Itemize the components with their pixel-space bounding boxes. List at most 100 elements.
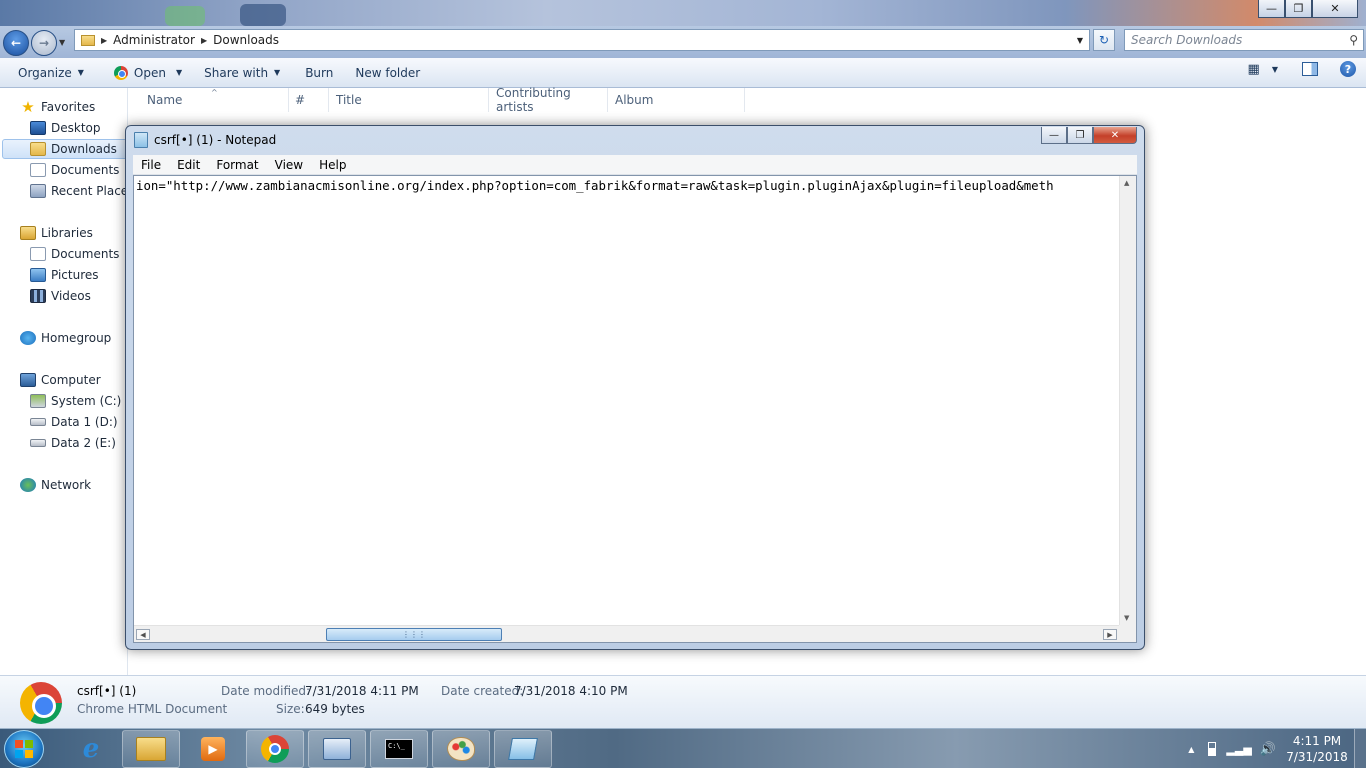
close-icon[interactable]: ✕ xyxy=(1312,0,1358,18)
chevron-down-icon[interactable]: ▼ xyxy=(1272,65,1278,74)
share-with-button[interactable]: Share with ▼ xyxy=(195,61,289,85)
vertical-scrollbar[interactable]: ▲ ▼ xyxy=(1119,176,1136,625)
taskbar-command-prompt[interactable]: C:\_ xyxy=(370,730,428,768)
notepad-text-content[interactable]: ion="http://www.zambianacmisonline.org/i… xyxy=(136,178,1116,618)
scroll-left-icon[interactable]: ◀ xyxy=(136,629,150,640)
taskbar-chrome[interactable] xyxy=(246,730,304,768)
drive-icon xyxy=(30,418,46,426)
column-contributing-artists[interactable]: Contributing artists xyxy=(489,86,608,114)
nav-documents[interactable]: Documents xyxy=(30,160,119,180)
back-button[interactable]: ← xyxy=(3,30,29,56)
nav-videos[interactable]: Videos xyxy=(30,286,91,306)
menu-edit[interactable]: Edit xyxy=(169,158,208,172)
nav-libraries-label: Libraries xyxy=(41,226,93,240)
nav-data-e-drive[interactable]: Data 2 (E:) xyxy=(30,433,116,453)
open-button[interactable]: Open ▼ xyxy=(105,61,191,85)
menu-view[interactable]: View xyxy=(267,158,311,172)
maximize-icon[interactable]: ❐ xyxy=(1067,127,1093,144)
open-label: Open xyxy=(133,65,166,80)
taskbar-media-player[interactable]: ▶ xyxy=(184,730,242,768)
scroll-right-icon[interactable]: ▶ xyxy=(1103,629,1117,640)
column-title[interactable]: Title xyxy=(329,88,489,112)
sort-ascending-icon: ^ xyxy=(211,88,218,97)
taskbar-notepad[interactable] xyxy=(494,730,552,768)
burn-button[interactable]: Burn xyxy=(296,61,342,85)
nav-library-documents[interactable]: Documents xyxy=(30,244,119,264)
change-view-icon[interactable]: ▦ xyxy=(1248,62,1260,77)
notepad-title-bar[interactable]: csrf[•] (1) - Notepad — ❐ ✕ xyxy=(126,126,1144,154)
nav-data-e-label: Data 2 (E:) xyxy=(51,436,116,450)
address-dropdown-icon[interactable]: ▼ xyxy=(1077,36,1083,45)
nav-data-d-drive[interactable]: Data 1 (D:) xyxy=(30,412,118,432)
horizontal-scrollbar[interactable]: ◀ ⋮⋮⋮ ▶ xyxy=(134,625,1119,642)
scroll-up-icon[interactable]: ▲ xyxy=(1124,179,1129,187)
maximize-icon[interactable]: ❐ xyxy=(1285,0,1312,18)
nav-network[interactable]: Network xyxy=(20,475,91,495)
taskbar-control-panel[interactable] xyxy=(308,730,366,768)
videos-icon xyxy=(30,289,46,303)
nav-system-drive[interactable]: System (C:) xyxy=(30,391,121,411)
notepad-menu-bar: File Edit Format View Help xyxy=(133,155,1137,175)
minimize-icon[interactable]: — xyxy=(1041,127,1067,144)
taskbar-explorer[interactable] xyxy=(122,730,180,768)
chrome-icon xyxy=(113,65,128,80)
refresh-button[interactable]: ↻ xyxy=(1093,29,1115,51)
nav-data-d-label: Data 1 (D:) xyxy=(51,415,118,429)
preview-pane-icon[interactable] xyxy=(1302,62,1318,76)
nav-downloads[interactable]: Downloads xyxy=(2,139,128,159)
notepad-editor[interactable]: ion="http://www.zambianacmisonline.org/i… xyxy=(133,175,1137,643)
notepad-window-controls: — ❐ ✕ xyxy=(1041,127,1137,144)
volume-icon[interactable]: 🔊 xyxy=(1260,742,1276,757)
column-track-number[interactable]: # xyxy=(289,88,329,112)
notepad-title: csrf[•] (1) - Notepad xyxy=(154,133,277,147)
column-artists-label: Contributing artists xyxy=(496,86,571,114)
control-panel-icon xyxy=(323,738,351,760)
search-input[interactable]: Search Downloads ⚲ xyxy=(1124,29,1364,51)
address-row: ← → ▼ ▶ Administrator ▶ Downloads ▼ ↻ Se… xyxy=(0,26,1366,58)
taskbar-paint[interactable] xyxy=(432,730,490,768)
column-name-label: Name xyxy=(147,93,183,107)
nav-computer[interactable]: Computer xyxy=(20,370,101,390)
show-desktop-button[interactable] xyxy=(1354,729,1366,768)
clock[interactable]: 4:11 PM 7/31/2018 xyxy=(1280,733,1354,765)
nav-pictures[interactable]: Pictures xyxy=(30,265,99,285)
forward-button[interactable]: → xyxy=(31,30,57,56)
nav-libraries[interactable]: Libraries xyxy=(20,223,93,243)
nav-favorites[interactable]: ★ Favorites xyxy=(20,97,95,117)
nav-homegroup[interactable]: Homegroup xyxy=(20,328,111,348)
scroll-down-icon[interactable]: ▼ xyxy=(1124,614,1129,622)
column-track-label: # xyxy=(295,93,306,107)
network-signal-icon[interactable]: ▂▃▅ xyxy=(1226,743,1251,756)
organize-button[interactable]: Organize ▼ xyxy=(9,61,93,85)
details-file-name: csrf[•] (1) xyxy=(77,684,137,698)
nav-downloads-label: Downloads xyxy=(51,142,117,156)
start-button[interactable] xyxy=(4,730,44,768)
homegroup-icon xyxy=(20,331,36,345)
breadcrumb-downloads[interactable]: Downloads xyxy=(213,33,279,47)
show-hidden-icons-icon[interactable]: ▲ xyxy=(1188,745,1194,754)
address-bar[interactable]: ▶ Administrator ▶ Downloads ▼ xyxy=(74,29,1090,51)
breadcrumb-administrator[interactable]: Administrator xyxy=(113,33,195,47)
resize-grip[interactable] xyxy=(1119,625,1136,642)
new-folder-button[interactable]: New folder xyxy=(346,61,429,85)
nav-recent-places[interactable]: Recent Places xyxy=(30,181,134,201)
breadcrumb-chevron-icon[interactable]: ▶ xyxy=(101,36,107,45)
menu-file[interactable]: File xyxy=(133,158,169,172)
recent-pages-dropdown[interactable]: ▼ xyxy=(59,38,65,47)
details-created-label: Date created: xyxy=(441,684,524,698)
minimize-icon[interactable]: — xyxy=(1258,0,1285,18)
menu-help[interactable]: Help xyxy=(311,158,354,172)
help-icon[interactable]: ? xyxy=(1340,61,1356,77)
nav-desktop[interactable]: Desktop xyxy=(30,118,101,138)
breadcrumb-chevron-icon[interactable]: ▶ xyxy=(201,36,207,45)
column-album[interactable]: Album xyxy=(608,88,745,112)
close-icon[interactable]: ✕ xyxy=(1093,127,1137,144)
battery-icon[interactable] xyxy=(1208,742,1217,756)
horizontal-scroll-thumb[interactable]: ⋮⋮⋮ xyxy=(326,628,502,641)
menu-format[interactable]: Format xyxy=(208,158,266,172)
star-icon: ★ xyxy=(21,98,35,116)
search-icon[interactable]: ⚲ xyxy=(1349,33,1358,47)
taskbar-ie[interactable]: e xyxy=(62,730,120,768)
notepad-icon xyxy=(508,738,538,760)
column-name[interactable]: Name xyxy=(129,88,289,112)
